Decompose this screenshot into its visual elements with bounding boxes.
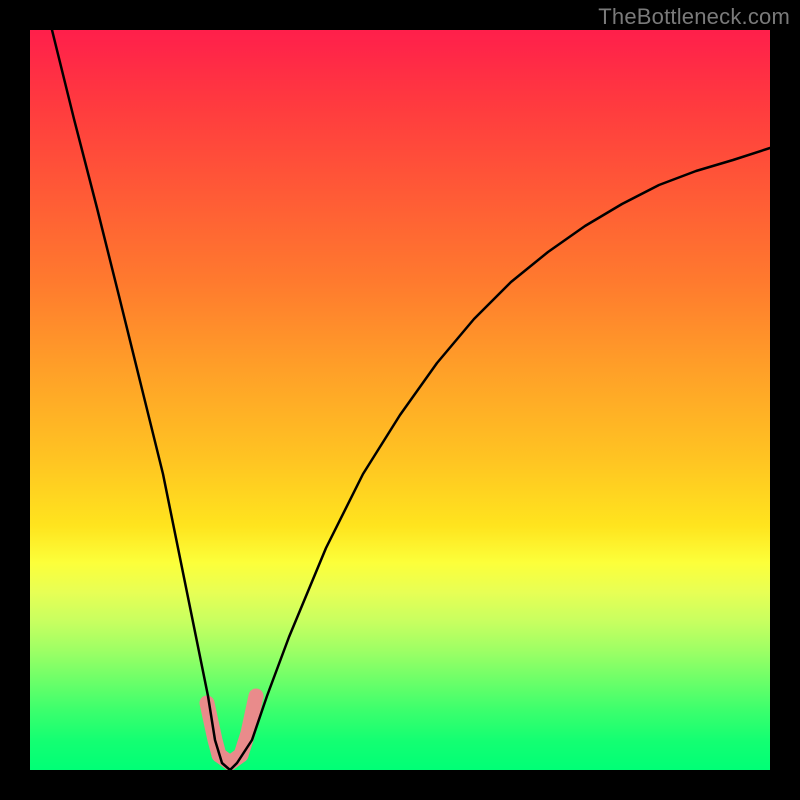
watermark-label: TheBottleneck.com: [598, 4, 790, 30]
chart-frame: TheBottleneck.com: [0, 0, 800, 800]
plot-area: [30, 30, 770, 770]
curve-svg: [30, 30, 770, 770]
bottleneck-curve: [52, 30, 770, 770]
